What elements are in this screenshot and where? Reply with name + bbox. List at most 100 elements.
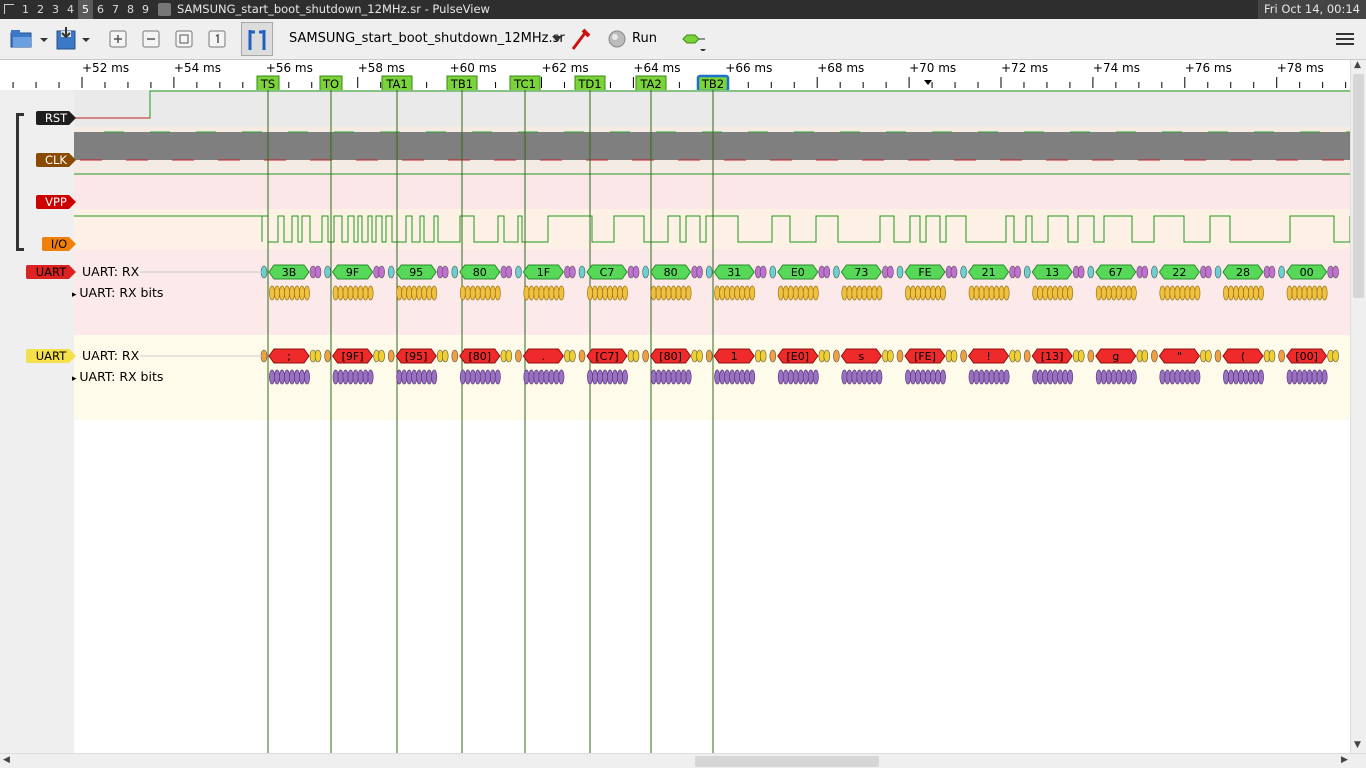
uart2-bit — [1301, 369, 1308, 385]
uart2-bit — [851, 369, 858, 385]
uart2-bit — [729, 369, 736, 385]
workspace-1[interactable]: 1 — [18, 0, 33, 19]
uart2-rx-row[interactable]: UART: RX — [82, 349, 139, 363]
zoom-fit-icon[interactable] — [174, 27, 194, 51]
signal-label-clk[interactable]: CLK — [36, 153, 76, 167]
uart2-bit — [920, 369, 926, 385]
uart2-start-bit — [896, 349, 904, 363]
uart2-bit — [289, 369, 295, 385]
scroll-up-icon[interactable]: ▲ — [1354, 60, 1361, 70]
uart1-bit — [597, 285, 603, 301]
uart1-stop-bit — [314, 265, 322, 279]
uart1-bit — [660, 285, 667, 301]
decoder-badge-uart2[interactable]: UART — [26, 349, 76, 363]
uart2-bit — [622, 369, 628, 385]
open-icon[interactable] — [10, 27, 50, 51]
trace-canvas[interactable]: 3B 9F 95 80 1F C7 80 31 E0 73 FE 21 13 67 22 28 00; [9F] [… — [0, 90, 1350, 753]
zoom-out-icon[interactable] — [141, 27, 161, 51]
uart2-bit — [792, 369, 799, 385]
uart1-bit — [988, 285, 995, 301]
uart2-bit — [352, 369, 359, 385]
scroll-left-icon[interactable]: ◀ — [3, 755, 10, 765]
uart2-annotation-text: ( — [1241, 350, 1245, 363]
uart2-bit — [910, 369, 916, 385]
scroll-right-icon[interactable]: ▶ — [1341, 755, 1348, 765]
uart2-bit — [846, 369, 853, 385]
uart2-bit — [401, 369, 408, 385]
uart2-bit — [396, 369, 403, 385]
horizontal-scrollbar[interactable]: ◀ ▶ — [0, 753, 1366, 768]
uart1-start-bit — [515, 265, 522, 279]
clock[interactable]: Fri Oct 14, 00:14 — [1258, 0, 1366, 19]
uart1-stop-bit — [696, 265, 703, 279]
vertical-scrollbar[interactable]: ▲ ▼ — [1350, 60, 1366, 753]
workspace-4[interactable]: 4 — [63, 0, 78, 19]
workspace-switcher[interactable]: 123456789 — [18, 0, 153, 19]
uart1-bit — [1223, 285, 1229, 301]
uart2-annotation-text: [FE] — [914, 350, 936, 363]
uart1-bit — [787, 285, 794, 301]
uart2-start-bit — [769, 349, 777, 363]
signal-label-vpp[interactable]: VPP — [36, 195, 76, 209]
signal-label-io[interactable]: I/O — [42, 237, 76, 251]
uart1-bit — [357, 285, 364, 301]
uart1-bit — [665, 285, 672, 301]
zoom-in-icon[interactable] — [108, 27, 128, 51]
uart1-bit — [426, 285, 433, 301]
ruler-tick-label: +62 ms — [542, 61, 589, 75]
ruler-tick-label: +76 ms — [1185, 61, 1232, 75]
uart2-rx-bits-row[interactable]: ▸ UART: RX bits — [72, 370, 163, 385]
uart1-bit — [1125, 285, 1132, 301]
uart2-bit — [362, 369, 369, 385]
run-icon[interactable] — [606, 27, 628, 51]
uart1-bit — [876, 285, 883, 301]
uart2-bit — [1174, 369, 1181, 385]
uart1-bit — [729, 285, 736, 301]
uart1-bit — [1194, 285, 1201, 301]
decoder-icon[interactable] — [681, 27, 707, 51]
uart2-bit — [650, 369, 657, 385]
cursor-icon[interactable] — [241, 22, 273, 56]
workspace-8[interactable]: 8 — [123, 0, 138, 19]
uart1-rx-row[interactable]: UART: RX — [82, 265, 139, 279]
save-icon[interactable] — [56, 27, 96, 51]
chevron-down-icon[interactable] — [550, 27, 564, 51]
uart1-bit — [332, 285, 339, 301]
decoder-badge-uart1[interactable]: UART — [26, 265, 76, 279]
time-ruler[interactable]: +52 ms +54 ms +56 ms +58 ms +60 ms +62 ms +64 … — [0, 60, 1350, 93]
uart2-bit — [1067, 369, 1074, 385]
uart2-bit — [1258, 369, 1264, 385]
workspace-3[interactable]: 3 — [48, 0, 63, 19]
vertical-scroll-thumb[interactable] — [1353, 74, 1364, 298]
workspace-7[interactable]: 7 — [108, 0, 123, 19]
uart2-bit — [1169, 369, 1176, 385]
horizontal-scroll-thumb[interactable] — [695, 756, 879, 767]
uart1-bit — [362, 285, 369, 301]
uart1-bit — [1062, 285, 1069, 301]
run-button[interactable]: Run — [632, 31, 657, 55]
trace-viewport[interactable]: +52 ms +54 ms +56 ms +58 ms +60 ms +62 ms +64 … — [0, 60, 1366, 753]
workspace-2[interactable]: 2 — [33, 0, 48, 19]
probe-icon[interactable] — [570, 27, 592, 51]
uart2-stop-bit — [887, 349, 894, 363]
workspace-6[interactable]: 6 — [93, 0, 108, 19]
uart2-annotation-text: [95] — [405, 350, 428, 363]
uart1-bit — [685, 285, 692, 301]
uart1-bit — [1164, 285, 1171, 301]
menu-icon[interactable] — [1335, 27, 1355, 51]
uart2-bit — [1189, 369, 1196, 385]
uart2-annotation-text: [C7] — [595, 350, 618, 363]
scroll-down-icon[interactable]: ▼ — [1354, 740, 1361, 750]
uart2-bit — [1164, 369, 1171, 385]
zoom-one-icon[interactable] — [207, 27, 227, 51]
uart1-rx-bits-row[interactable]: ▸ UART: RX bits — [72, 286, 163, 301]
uart2-bit — [861, 369, 868, 385]
workspace-5[interactable]: 5 — [78, 0, 93, 19]
uart1-bit — [871, 285, 878, 301]
signal-label-rst[interactable]: RST — [36, 111, 76, 125]
cursor-marker-label: TD1 — [577, 77, 601, 90]
workspace-9[interactable]: 9 — [138, 0, 153, 19]
file-selector[interactable]: SAMSUNG_start_boot_shutdown_12MHz.sr — [289, 31, 565, 55]
uart2-bit — [925, 369, 931, 385]
uart2-bit — [1321, 369, 1328, 385]
